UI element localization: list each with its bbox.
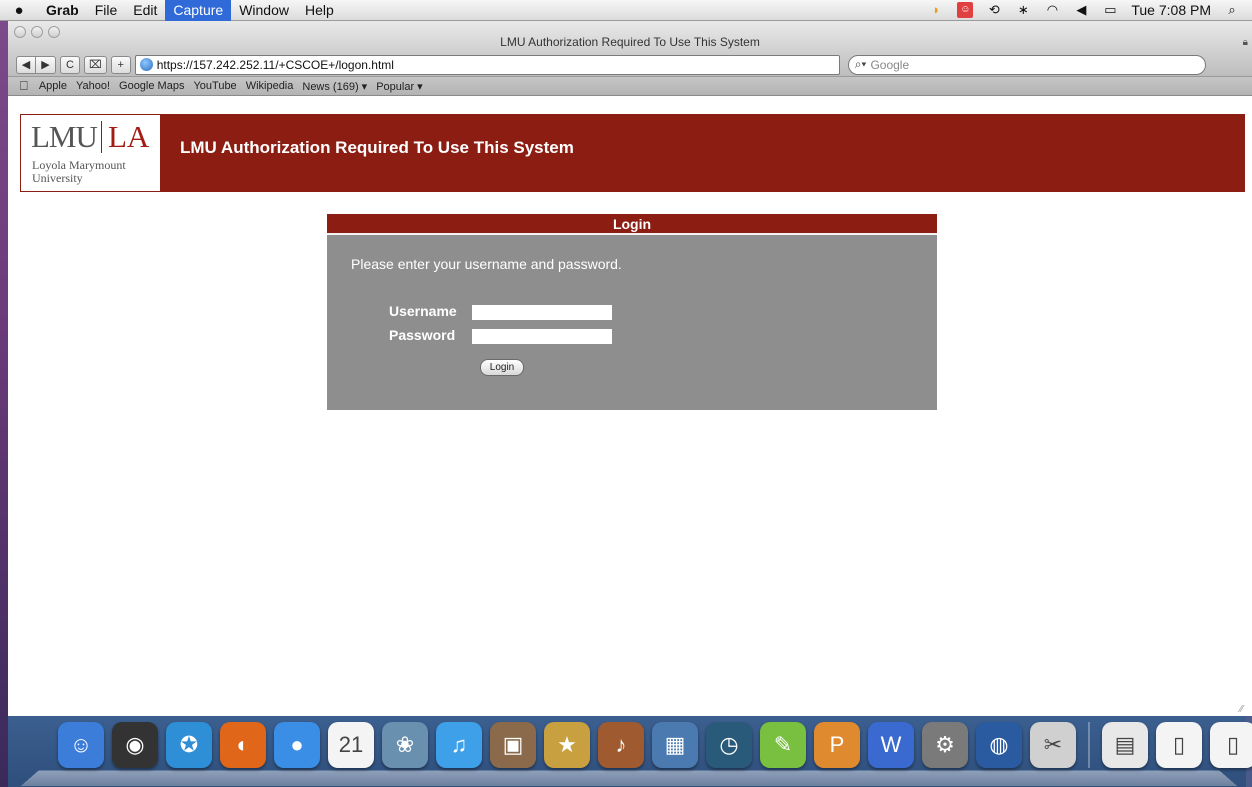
menu-capture[interactable]: Capture [165, 0, 232, 21]
add-bookmark-button[interactable]: + [110, 55, 131, 74]
logo-subtitle: Loyola Marymount University [32, 159, 126, 185]
menu-edit[interactable]: Edit [125, 0, 165, 21]
google-earth-icon[interactable]: ◍ [976, 722, 1022, 768]
title-bar: LMU Authorization Required To Use This S… [8, 21, 1252, 53]
volume-icon[interactable]: ◀ [1073, 2, 1089, 18]
window-title: LMU Authorization Required To Use This S… [500, 35, 760, 49]
imovie-icon[interactable]: ★ [544, 722, 590, 768]
ical-icon[interactable]: 21 [328, 722, 374, 768]
lmu-header-banner: LMU LA Loyola Marymount University LMU A… [20, 114, 1245, 192]
script-editor-icon[interactable]: ✂ [1030, 722, 1076, 768]
image-capture-icon[interactable]: ▣ [490, 722, 536, 768]
wifi-icon[interactable]: ◠ [1044, 2, 1060, 18]
password-input[interactable] [472, 329, 612, 344]
docx-file-icon[interactable]: ▤ [1102, 722, 1148, 768]
spaces-icon[interactable]: ▦ [652, 722, 698, 768]
logo-la-text: LA [108, 119, 150, 154]
bookmark-item[interactable]: YouTube [193, 80, 236, 92]
browser-toolbar: ◀ ▶ C ⌧ + https://157.242.252.11/+CSCOE+… [8, 53, 1252, 77]
system-preferences-icon[interactable]: ⚙ [922, 722, 968, 768]
bookmark-item[interactable]: Wikipedia [246, 80, 294, 92]
battery-icon[interactable]: ▭ [1102, 2, 1118, 18]
spotlight-icon[interactable]: ⌕ [1224, 2, 1240, 18]
dock-shelf [20, 770, 1238, 786]
itunes-icon[interactable]: ♫ [436, 722, 482, 768]
status-area: ◗ ☺ ⟲ ∗ ◠ ◀ ▭ Tue 7:08 PM ⌕ [928, 2, 1252, 18]
bluetooth-icon[interactable]: ∗ [1015, 2, 1031, 18]
search-placeholder: Google [870, 57, 910, 72]
nav-buttons: ◀ ▶ [16, 55, 56, 74]
time-machine-icon[interactable]: ⟲ [986, 2, 1002, 18]
document-icon[interactable]: ▯ [1156, 722, 1202, 768]
lock-icon: 🔒︎ [1242, 37, 1248, 48]
login-panel: Login Please enter your username and pas… [327, 214, 937, 410]
login-heading: Login [327, 214, 937, 235]
pages-icon[interactable]: P [814, 722, 860, 768]
clock[interactable]: Tue 7:08 PM [1131, 2, 1211, 18]
username-input[interactable] [472, 305, 612, 320]
logo-divider [101, 121, 102, 153]
desktop-background-left [0, 20, 8, 787]
bookmark-item[interactable]: Google Maps [119, 80, 184, 92]
logo-lmu-text: LMU [31, 119, 98, 154]
sketch-icon[interactable]: ✎ [760, 722, 806, 768]
bookmark-item[interactable]: Popular ▾ [376, 80, 423, 93]
bookmarks-bar: ⎕ Apple Yahoo! Google Maps YouTube Wikip… [8, 77, 1252, 96]
reload-button[interactable]: C [60, 55, 80, 74]
lw-icon[interactable]: W [868, 722, 914, 768]
safari-icon[interactable]: ✪ [166, 722, 212, 768]
username-label: Username [389, 303, 457, 319]
menu-items: Grab File Edit Capture Window Help [38, 0, 342, 21]
garageband-icon[interactable]: ♪ [598, 722, 644, 768]
login-button[interactable]: Login [480, 359, 524, 376]
bookmarks-book-icon[interactable]: ⎕ [20, 78, 28, 94]
address-bar[interactable]: https://157.242.252.11/+CSCOE+/logon.htm… [134, 54, 840, 75]
moon-icon[interactable]: ◗ [928, 2, 944, 18]
bookmark-item[interactable]: Yahoo! [76, 80, 110, 92]
dock: ☺◉✪◐●21❀♫▣★♪▦◷✎PW⚙◍✂▤▯▯⌫ [8, 716, 1252, 787]
document-2-icon[interactable]: ▯ [1210, 722, 1252, 768]
iphoto-icon[interactable]: ❀ [382, 722, 428, 768]
dock-separator [1088, 722, 1090, 768]
globe-icon [139, 58, 153, 71]
resize-grip-icon[interactable]: ⁄⁄ [1240, 704, 1250, 715]
page-title: LMU Authorization Required To Use This S… [180, 138, 574, 157]
search-icon: ⌕▾ [854, 57, 867, 71]
finder-icon[interactable]: ☺ [58, 722, 104, 768]
time-machine-dock-icon[interactable]: ◷ [706, 722, 752, 768]
back-button[interactable]: ◀ [16, 55, 36, 74]
bookmark-item[interactable]: News (169) ▾ [302, 80, 367, 93]
apple-icon[interactable]: ● [0, 2, 38, 19]
firefox-icon[interactable]: ◐ [220, 722, 266, 768]
ichat-icon[interactable]: ● [274, 722, 320, 768]
web-page: LMU LA Loyola Marymount University LMU A… [8, 98, 1252, 716]
safari-window: LMU Authorization Required To Use This S… [8, 21, 1252, 716]
login-message: Please enter your username and password. [351, 256, 622, 272]
menu-bar: ● Grab File Edit Capture Window Help ◗ ☺ ⟲ ∗ … [0, 0, 1252, 21]
calendar-alert-icon[interactable]: ☺ [957, 2, 974, 18]
dashboard-icon[interactable]: ◉ [112, 722, 158, 768]
dock-icons: ☺◉✪◐●21❀♫▣★♪▦◷✎PW⚙◍✂▤▯▯⌫ [58, 722, 1252, 768]
password-label: Password [389, 327, 456, 343]
snapback-icon[interactable]: ⌧ [84, 55, 107, 74]
menu-help[interactable]: Help [297, 0, 342, 21]
url-text: https://157.242.252.11/+CSCOE+/logon.htm… [156, 57, 394, 72]
menu-window[interactable]: Window [231, 0, 297, 21]
menu-file[interactable]: File [87, 0, 126, 21]
search-field[interactable]: ⌕▾ Google [847, 54, 1206, 75]
lmu-logo: LMU LA Loyola Marymount University [20, 114, 161, 192]
menu-grab[interactable]: Grab [38, 0, 87, 21]
bookmark-item[interactable]: Apple [39, 80, 67, 92]
logo-line-2: University [32, 171, 83, 185]
forward-button[interactable]: ▶ [36, 55, 56, 74]
